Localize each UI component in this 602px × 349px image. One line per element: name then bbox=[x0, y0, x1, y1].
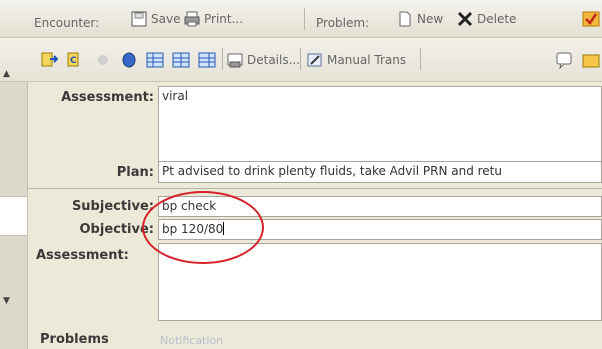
toolbar-bottom: C Details... Manual Trans bbox=[0, 38, 602, 82]
scroll-up-arrow-icon[interactable]: ▲ bbox=[3, 69, 10, 79]
toolbar-separator bbox=[222, 48, 223, 70]
delete-button[interactable]: Delete bbox=[456, 10, 516, 28]
print-button[interactable]: Print... bbox=[183, 10, 243, 28]
checkmark-icon bbox=[582, 11, 600, 27]
grid-view-icon[interactable] bbox=[172, 51, 190, 69]
toolbar-separator bbox=[304, 8, 305, 30]
speech-bubble-icon[interactable] bbox=[556, 51, 574, 69]
problems-label: Problems bbox=[40, 332, 109, 347]
manual-trans-button[interactable]: Manual Trans bbox=[306, 51, 406, 69]
print-icon bbox=[184, 11, 200, 27]
svg-text:C: C bbox=[70, 56, 77, 66]
section-divider bbox=[28, 188, 602, 189]
plan-value: Pt advised to drink plenty fluids, take … bbox=[162, 164, 502, 178]
assessment-value: viral bbox=[162, 89, 189, 103]
new-button[interactable]: New bbox=[396, 10, 443, 28]
import-icon[interactable] bbox=[40, 51, 58, 69]
lock-icon[interactable] bbox=[120, 51, 138, 69]
assessment-label: Assessment: bbox=[61, 90, 154, 105]
annotation-circle bbox=[142, 191, 264, 264]
faded-notification-text: Notification bbox=[160, 334, 224, 347]
problem-label: Problem: bbox=[316, 16, 370, 30]
copy-icon[interactable]: C bbox=[66, 51, 84, 69]
assessment-field[interactable]: viral bbox=[158, 86, 602, 162]
manual-trans-label: Manual Trans bbox=[327, 53, 407, 67]
grid-view-icon[interactable] bbox=[146, 51, 164, 69]
disabled-icon bbox=[98, 55, 108, 65]
plan-label: Plan: bbox=[116, 165, 154, 180]
plan-field[interactable]: Pt advised to drink plenty fluids, take … bbox=[158, 161, 602, 183]
toolbar-separator bbox=[300, 48, 301, 70]
toolbar-separator bbox=[420, 48, 421, 70]
objective-label: Objective: bbox=[79, 222, 155, 237]
print-label: Print... bbox=[204, 12, 244, 26]
toolbar-top: Encounter: Save Print... Problem: New De… bbox=[0, 0, 602, 38]
delete-icon bbox=[457, 11, 473, 27]
manual-transcription-icon bbox=[307, 53, 322, 67]
encounter-label: Encounter: bbox=[34, 16, 100, 30]
resolve-button[interactable] bbox=[582, 10, 600, 28]
lower-assessment-label: Assessment: bbox=[36, 248, 129, 263]
subjective-label: Subjective: bbox=[71, 199, 154, 214]
save-label: Save bbox=[151, 12, 181, 26]
save-icon bbox=[131, 11, 147, 27]
new-label: New bbox=[417, 12, 444, 26]
save-button[interactable]: Save bbox=[130, 10, 180, 28]
folder-icon[interactable] bbox=[582, 51, 600, 69]
new-document-icon bbox=[399, 11, 411, 27]
grid-view-icon[interactable] bbox=[198, 51, 216, 69]
scroll-down-arrow-icon[interactable]: ▼ bbox=[3, 296, 10, 306]
details-button[interactable]: Details... bbox=[226, 51, 300, 69]
delete-label: Delete bbox=[477, 12, 517, 26]
details-label: Details... bbox=[247, 53, 301, 67]
scroll-thumb[interactable] bbox=[0, 196, 27, 236]
details-icon bbox=[227, 53, 243, 68]
